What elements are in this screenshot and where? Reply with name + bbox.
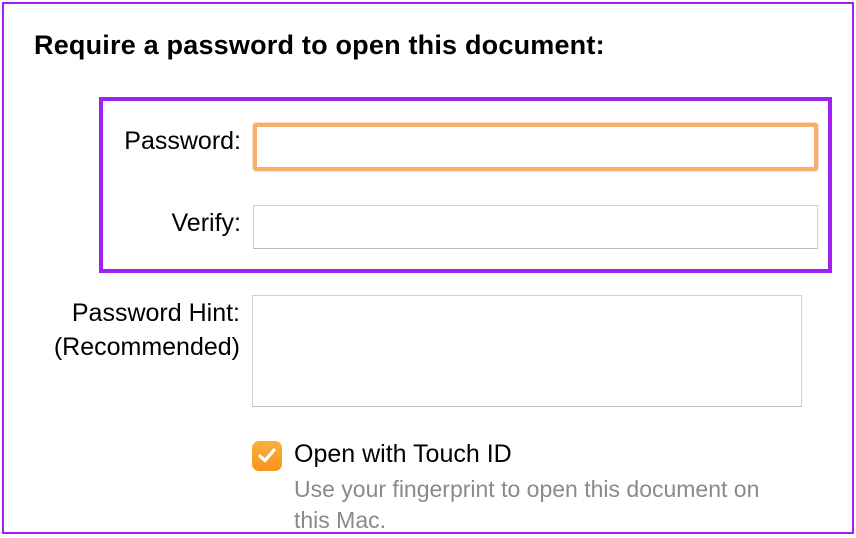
checkmark-icon [256, 445, 278, 467]
password-dialog-panel: Require a password to open this document… [2, 2, 854, 534]
password-input[interactable] [253, 123, 818, 171]
hint-row: Password Hint: (Recommended) [34, 295, 802, 414]
verify-input[interactable] [253, 205, 818, 249]
password-fields-highlight: Password: Verify: [99, 97, 832, 273]
password-label: Password: [113, 123, 253, 156]
password-row: Password: [113, 123, 818, 171]
hint-label: Password Hint: (Recommended) [34, 295, 252, 365]
touch-id-checkbox[interactable] [252, 441, 282, 471]
touch-id-description: Use your fingerprint to open this docume… [294, 474, 792, 536]
touch-id-label: Open with Touch ID [294, 438, 792, 472]
verify-label: Verify: [113, 205, 253, 238]
touch-id-row: Open with Touch ID Use your fingerprint … [252, 438, 792, 536]
verify-row: Verify: [113, 205, 818, 249]
hint-textarea[interactable] [252, 295, 802, 407]
dialog-title: Require a password to open this document… [34, 30, 822, 61]
